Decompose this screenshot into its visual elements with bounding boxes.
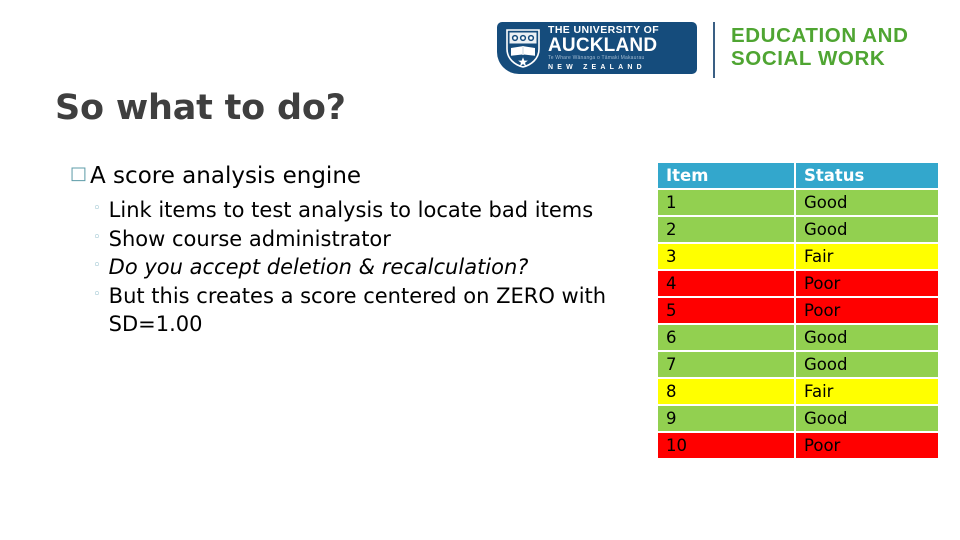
cell-status: Poor bbox=[796, 298, 938, 323]
table-row: 8 Fair bbox=[658, 379, 938, 404]
table-row: 7 Good bbox=[658, 352, 938, 377]
wordmark-line-auckland: AUCKLAND bbox=[548, 35, 658, 57]
circle-bullet-icon: ◦ bbox=[93, 229, 101, 245]
bullet-level2: ◦ Link items to test analysis to locate … bbox=[93, 197, 645, 225]
circle-bullet-icon: ◦ bbox=[93, 200, 101, 216]
cell-item: 2 bbox=[658, 217, 794, 242]
wordmark-line-the: THE UNIVERSITY OF bbox=[548, 23, 660, 36]
table-row: 9 Good bbox=[658, 406, 938, 431]
university-crest-icon bbox=[506, 29, 540, 68]
column-header-status: Status bbox=[796, 163, 938, 188]
cell-item: 1 bbox=[658, 190, 794, 215]
bullet-level2-label: Show course administrator bbox=[108, 226, 391, 251]
table-row: 1 Good bbox=[658, 190, 938, 215]
column-header-item: Item bbox=[658, 163, 794, 188]
bullet-level2-label: Do you accept deletion & recalculation? bbox=[108, 255, 529, 280]
table-row: 6 Good bbox=[658, 325, 938, 350]
bullet-level2: ◦ Do you accept deletion & recalculation… bbox=[93, 254, 645, 282]
cell-item: 9 bbox=[658, 406, 794, 431]
bullet-level2: ◦ Show course administrator bbox=[93, 226, 645, 254]
bullet-level1-label: A score analysis engine bbox=[90, 163, 362, 189]
cell-status: Good bbox=[796, 406, 938, 431]
cell-status: Fair bbox=[796, 244, 938, 269]
bullet-level2: ◦ But this creates a score centered on Z… bbox=[93, 283, 645, 339]
logo-divider bbox=[713, 22, 715, 78]
bullet-sublist: ◦ Link items to test analysis to locate … bbox=[93, 197, 645, 340]
table-row: 3 Fair bbox=[658, 244, 938, 269]
table-row: 2 Good bbox=[658, 217, 938, 242]
cell-status: Fair bbox=[796, 379, 938, 404]
table-row: 10 Poor bbox=[658, 433, 938, 458]
square-bullet-icon: □ bbox=[70, 163, 88, 184]
university-of-auckland-logo: THE UNIVERSITY OF AUCKLAND Te Whare Wāna… bbox=[497, 22, 697, 74]
bullet-level2-label: Link items to test analysis to locate ba… bbox=[108, 197, 594, 222]
cell-item: 6 bbox=[658, 325, 794, 350]
cell-status: Good bbox=[796, 352, 938, 377]
wordmark-line-country: NEW ZEALAND bbox=[548, 64, 646, 72]
brand-header: THE UNIVERSITY OF AUCKLAND Te Whare Wāna… bbox=[497, 22, 937, 82]
bullet-list: □ A score analysis engine ◦ Link items t… bbox=[70, 163, 645, 340]
slide-title: So what to do? bbox=[55, 88, 346, 128]
circle-bullet-icon: ◦ bbox=[93, 258, 101, 274]
faculty-name-line1: EDUCATION AND bbox=[731, 24, 909, 47]
cell-item: 3 bbox=[658, 244, 794, 269]
cell-status: Good bbox=[796, 190, 938, 215]
cell-item: 5 bbox=[658, 298, 794, 323]
circle-bullet-icon: ◦ bbox=[93, 287, 101, 303]
bullet-level1: □ A score analysis engine bbox=[70, 163, 645, 191]
faculty-name-line2: SOCIAL WORK bbox=[731, 46, 886, 70]
university-wordmark: THE UNIVERSITY OF AUCKLAND Te Whare Wāna… bbox=[548, 25, 659, 72]
cell-item: 8 bbox=[658, 379, 794, 404]
cell-status: Good bbox=[796, 325, 938, 350]
item-status-table: Item Status 1 Good 2 Good 3 Fair 4 Poor 5 Poor 6 Go… bbox=[656, 161, 940, 460]
table-header-row: Item Status bbox=[658, 163, 938, 188]
faculty-name: EDUCATION AND SOCIAL WORK bbox=[731, 22, 909, 71]
cell-item: 4 bbox=[658, 271, 794, 296]
table-row: 5 Poor bbox=[658, 298, 938, 323]
wordmark-line-maori: Te Whare Wānanga o Tāmaki Makaurau bbox=[548, 55, 645, 62]
bullet-level2-label: But this creates a score centered on ZER… bbox=[108, 284, 607, 337]
cell-status: Poor bbox=[796, 433, 938, 458]
cell-item: 10 bbox=[658, 433, 794, 458]
cell-item: 7 bbox=[658, 352, 794, 377]
table-row: 4 Poor bbox=[658, 271, 938, 296]
cell-status: Poor bbox=[796, 271, 938, 296]
cell-status: Good bbox=[796, 217, 938, 242]
